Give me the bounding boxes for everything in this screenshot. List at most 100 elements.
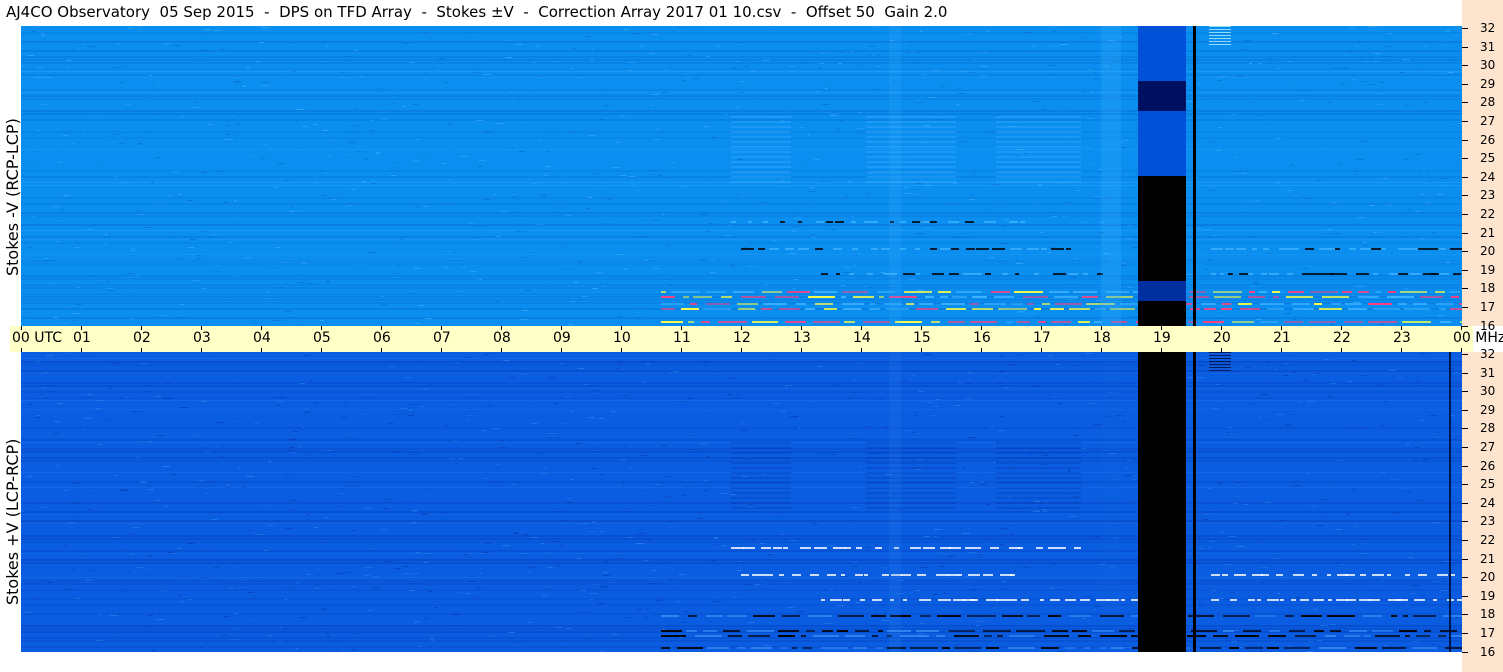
rfi-line xyxy=(1355,647,1377,649)
speckle xyxy=(208,358,211,359)
speckle xyxy=(247,592,254,593)
striped-region xyxy=(866,161,956,163)
rfi-line xyxy=(701,321,710,323)
speckle xyxy=(89,276,96,277)
rfi-line xyxy=(1211,248,1223,250)
striped-region xyxy=(731,116,791,118)
rfi-line xyxy=(974,547,981,549)
speckle xyxy=(1231,173,1238,174)
speckle xyxy=(483,199,490,200)
speckle xyxy=(1033,511,1040,512)
rfi-line xyxy=(1267,308,1284,310)
speckle xyxy=(1449,60,1454,61)
rfi-line xyxy=(1373,273,1378,275)
speckle xyxy=(230,639,238,640)
speckle xyxy=(981,598,986,599)
speckle xyxy=(1373,61,1378,62)
rfi-line xyxy=(690,303,697,305)
rfi-line xyxy=(1400,291,1427,293)
speckle xyxy=(1186,274,1193,275)
speckle xyxy=(725,235,730,236)
speckle xyxy=(591,59,593,60)
speckle xyxy=(508,632,515,633)
speckle xyxy=(558,437,560,438)
rfi-line xyxy=(1451,296,1459,298)
time-tick xyxy=(1041,348,1042,352)
rfi-line xyxy=(1074,547,1081,549)
spectrogram-top[interactable] xyxy=(21,26,1462,326)
speckle xyxy=(592,49,594,50)
rfi-line xyxy=(760,574,773,576)
speckle xyxy=(41,387,45,388)
rfi-line xyxy=(810,574,819,576)
rfi-line xyxy=(1223,630,1234,632)
striped-region xyxy=(866,442,956,444)
speckle xyxy=(540,76,545,77)
speckle xyxy=(703,480,709,481)
speckle xyxy=(821,53,827,54)
striped-region xyxy=(866,116,956,118)
speckle xyxy=(81,557,85,558)
rfi-line xyxy=(952,296,967,298)
speckle xyxy=(423,32,427,33)
rfi-line xyxy=(1094,321,1102,323)
speckle xyxy=(649,583,657,584)
speckle xyxy=(290,211,295,212)
speckle xyxy=(34,261,41,262)
speckle xyxy=(234,142,236,143)
speckle xyxy=(315,584,319,585)
rfi-line xyxy=(1358,296,1379,298)
rfi-line xyxy=(1021,599,1029,601)
rfi-line xyxy=(1450,635,1462,637)
speckle xyxy=(41,33,44,34)
striped-region xyxy=(866,126,956,128)
rfi-line xyxy=(1213,635,1228,637)
speckle xyxy=(116,43,120,44)
speckle xyxy=(425,318,432,319)
noise-band xyxy=(21,212,1462,214)
spectrogram-bottom[interactable] xyxy=(21,352,1462,652)
speckle xyxy=(902,430,910,431)
rfi-line xyxy=(1051,248,1064,250)
noise-band xyxy=(21,299,1462,301)
rfi-line xyxy=(1280,599,1284,601)
speckle xyxy=(77,517,81,518)
speckle xyxy=(926,402,933,403)
rfi-line xyxy=(1360,574,1366,576)
speckle xyxy=(1071,277,1077,278)
rfi-line xyxy=(785,321,806,323)
speckle xyxy=(1358,217,1364,218)
speckle xyxy=(958,382,962,383)
rfi-line xyxy=(815,303,833,305)
speckle xyxy=(350,132,356,133)
speckle xyxy=(201,401,207,402)
speckle xyxy=(514,532,519,533)
speckle xyxy=(668,526,675,527)
speckle xyxy=(243,86,246,87)
speckle xyxy=(1082,91,1085,92)
speckle xyxy=(600,531,603,532)
speckle xyxy=(1215,384,1219,385)
speckle xyxy=(234,81,241,82)
rfi-line xyxy=(827,574,836,576)
rfi-line xyxy=(1069,615,1091,617)
speckle xyxy=(540,140,542,141)
speckle xyxy=(228,588,235,589)
speckle xyxy=(662,214,665,215)
speckle xyxy=(1256,319,1262,320)
speckle xyxy=(96,640,103,641)
speckle xyxy=(730,494,736,495)
speckle xyxy=(276,405,280,406)
speckle xyxy=(1024,567,1030,568)
rfi-line xyxy=(1412,647,1437,649)
speckle xyxy=(518,96,524,97)
speckle xyxy=(592,173,599,174)
speckle xyxy=(953,183,957,184)
rfi-line xyxy=(800,547,811,549)
speckle xyxy=(940,552,943,553)
speckle xyxy=(617,486,621,487)
speckle xyxy=(147,441,153,442)
speckle xyxy=(1241,49,1248,50)
rfi-line xyxy=(903,599,907,601)
speckle xyxy=(775,513,778,514)
